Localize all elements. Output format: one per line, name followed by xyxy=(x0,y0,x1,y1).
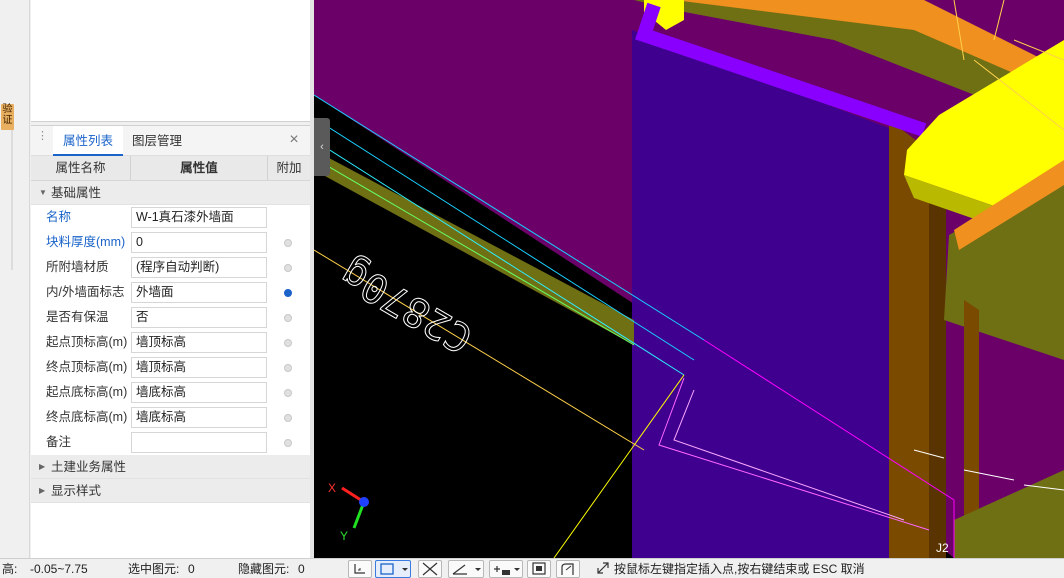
extra-toggle-dot[interactable] xyxy=(284,239,292,247)
property-name: 块料厚度(mm) xyxy=(46,235,126,249)
property-name: 名称 xyxy=(46,210,72,224)
property-panel: ⋮⋮ 属性列表 图层管理 × 属性名称 属性值 附加 ▼ 基础属性 名称 W-1真… xyxy=(31,125,310,558)
property-value-field[interactable]: W-1真石漆外墙面 xyxy=(131,207,267,228)
close-icon[interactable]: × xyxy=(286,132,302,148)
property-row[interactable]: 名称 W-1真石漆外墙面 xyxy=(31,205,310,230)
extra-toggle-dot[interactable] xyxy=(284,289,292,297)
group-label: 基础属性 xyxy=(51,186,102,200)
tab-property-list[interactable]: 属性列表 xyxy=(53,126,124,156)
status-bar: 高: -0.05~7.75 选中图元: 0 隐藏图元: 0 按鼠标左键指定插入点… xyxy=(0,558,1064,578)
offset-button[interactable] xyxy=(489,560,523,578)
property-rows: 名称 W-1真石漆外墙面 块料厚度(mm) 0 所附墙材质 (程序自动判断) 内/外墙面标志… xyxy=(31,205,310,455)
cad-label-text: C2870g xyxy=(332,250,480,362)
property-row[interactable]: 备注 xyxy=(31,430,310,455)
extra-toggle-dot[interactable] xyxy=(284,364,292,372)
left-dock-strip: 验证 xyxy=(0,0,30,558)
property-value-field[interactable]: 墙底标高 xyxy=(131,382,267,403)
ortho-snap-button[interactable] xyxy=(348,560,372,578)
3d-viewport[interactable]: C2870g X Y J2 xyxy=(314,0,1064,558)
property-value-field[interactable]: 外墙面 xyxy=(131,282,267,303)
group-label: 土建业务属性 xyxy=(51,460,127,474)
property-row[interactable]: 内/外墙面标志 外墙面 xyxy=(31,280,310,305)
property-value-field[interactable]: 0 xyxy=(131,232,267,253)
property-row[interactable]: 是否有保温 否 xyxy=(31,305,310,330)
property-row[interactable]: 终点顶标高(m) 墙顶标高 xyxy=(31,355,310,380)
axis-y-label: Y xyxy=(340,529,348,543)
group-civil-business-properties[interactable]: ▶ 土建业务属性 xyxy=(31,455,310,479)
extra-toggle-dot[interactable] xyxy=(284,389,292,397)
property-value-field[interactable]: 墙顶标高 xyxy=(131,332,267,353)
property-row[interactable]: 起点底标高(m) 墙底标高 xyxy=(31,380,310,405)
object-snap-button[interactable] xyxy=(375,560,411,578)
status-selected-label: 选中图元: xyxy=(128,562,180,576)
display-toggle-button[interactable] xyxy=(527,560,551,578)
property-value-field[interactable]: 墙底标高 xyxy=(131,407,267,428)
property-value-field[interactable]: 否 xyxy=(131,307,267,328)
property-value-field[interactable] xyxy=(131,432,267,453)
expand-right-icon: ▶ xyxy=(39,486,46,495)
property-name: 备注 xyxy=(46,435,72,449)
col-property-name: 属性名称 xyxy=(31,156,131,180)
property-name: 内/外墙面标志 xyxy=(46,285,125,299)
property-table-header: 属性名称 属性值 附加 xyxy=(31,156,310,181)
group-display-style[interactable]: ▶ 显示样式 xyxy=(31,479,310,503)
status-hidden-label: 隐藏图元: xyxy=(238,562,290,576)
extra-toggle-dot[interactable] xyxy=(284,414,292,422)
expand-down-icon: ▼ xyxy=(39,188,47,197)
property-name: 终点顶标高(m) xyxy=(46,360,128,374)
property-value-field[interactable]: 墙顶标高 xyxy=(131,357,267,378)
axis-origin xyxy=(359,497,369,507)
cross-snap-button[interactable] xyxy=(418,560,442,578)
column-side xyxy=(929,150,946,558)
tab-layer-management[interactable]: 图层管理 xyxy=(122,126,192,156)
extra-toggle-dot[interactable] xyxy=(284,339,292,347)
property-name: 所附墙材质 xyxy=(46,260,109,274)
expand-right-icon: ▶ xyxy=(39,462,46,471)
property-row[interactable]: 起点顶标高(m) 墙顶标高 xyxy=(31,330,310,355)
property-row[interactable]: 块料厚度(mm) 0 xyxy=(31,230,310,255)
resize-arrow-icon xyxy=(596,559,610,578)
status-hint: 按鼠标左键指定插入点,按右键结束或 ESC 取消 xyxy=(614,562,865,576)
model-canvas: C2870g X Y J2 xyxy=(314,0,1064,558)
extra-toggle-dot[interactable] xyxy=(284,314,292,322)
dock-divider xyxy=(11,130,13,270)
panel-tabbar: ⋮⋮ 属性列表 图层管理 × xyxy=(31,126,310,156)
extra-toggle-dot[interactable] xyxy=(284,264,292,272)
property-row[interactable]: 所附墙材质 (程序自动判断) xyxy=(31,255,310,280)
property-name: 起点顶标高(m) xyxy=(46,335,128,349)
status-hidden-value: 0 xyxy=(298,562,305,576)
col-extra: 附加 xyxy=(276,161,302,175)
property-row[interactable]: 终点底标高(m) 墙底标高 xyxy=(31,405,310,430)
col-property-value: 属性值 xyxy=(131,156,268,180)
group-basic-properties[interactable]: ▼ 基础属性 xyxy=(31,181,310,205)
status-height-label: 高: xyxy=(2,562,18,576)
angle-snap-button[interactable] xyxy=(448,560,484,578)
dynamic-input-button[interactable] xyxy=(556,560,580,578)
extra-toggle-dot[interactable] xyxy=(284,439,292,447)
axis-x-label: X xyxy=(328,481,336,495)
property-value-field[interactable]: (程序自动判断) xyxy=(131,257,267,278)
post-brown xyxy=(964,300,979,520)
top-blank-panel xyxy=(31,0,310,122)
drag-handle-icon[interactable]: ⋮⋮ xyxy=(37,131,60,148)
group-label: 显示样式 xyxy=(51,484,102,498)
collapse-panel-button[interactable]: ‹ xyxy=(314,118,330,176)
property-name: 是否有保温 xyxy=(46,310,109,324)
corner-label: J2 xyxy=(936,541,949,555)
status-selected-value: 0 xyxy=(188,562,195,576)
verify-side-tab[interactable]: 验证 xyxy=(1,104,14,130)
property-name: 起点底标高(m) xyxy=(46,385,128,399)
property-name: 终点底标高(m) xyxy=(46,410,128,424)
status-height-value: -0.05~7.75 xyxy=(30,562,88,576)
